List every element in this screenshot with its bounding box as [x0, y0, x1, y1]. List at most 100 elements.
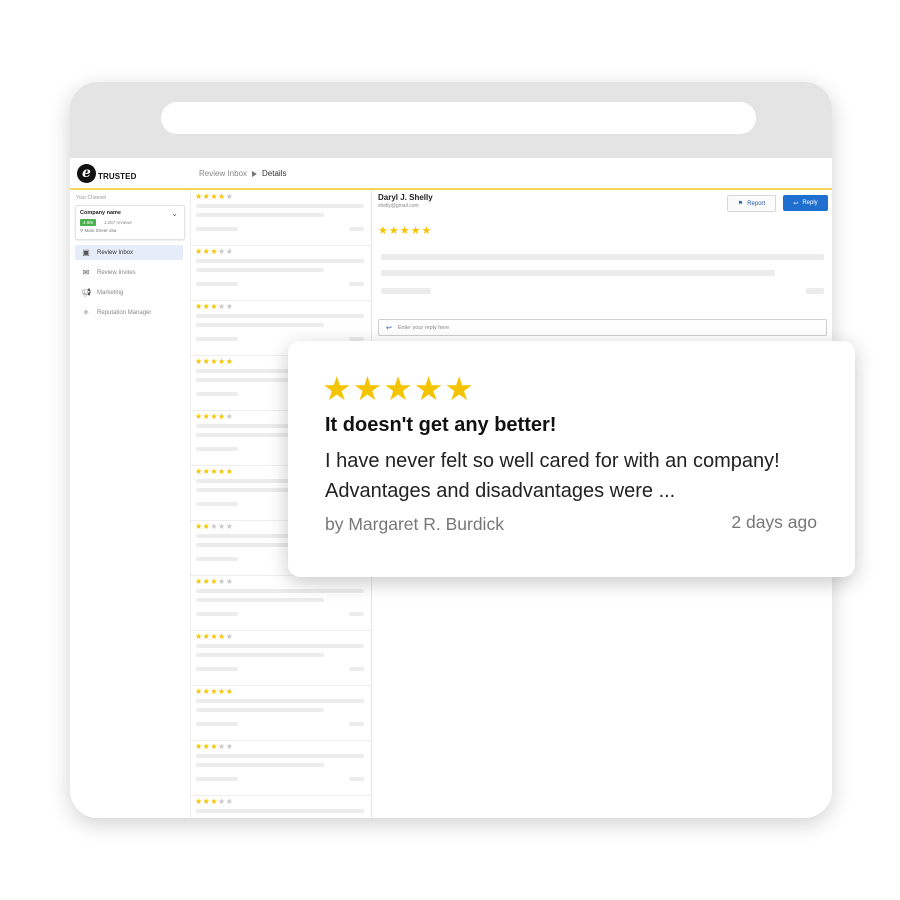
review-list-item[interactable]: ★★★★★	[191, 190, 371, 246]
star-filled-icon: ★	[210, 742, 219, 751]
star-filled-icon: ★	[210, 577, 219, 586]
star-empty-icon: ★	[218, 577, 226, 586]
star-filled-icon: ★	[210, 302, 219, 311]
star-empty-icon: ★	[225, 522, 234, 531]
star-filled-icon: ★	[210, 247, 219, 256]
star-filled-icon: ★	[383, 370, 414, 407]
review-list-item[interactable]: ★★★★★	[191, 575, 371, 631]
rating-stars: ★★★★★	[195, 742, 233, 751]
text-placeholder	[196, 323, 324, 327]
star-filled-icon: ★	[399, 225, 411, 237]
star-filled-icon: ★	[413, 370, 445, 407]
reply-input-placeholder: Enter your reply here	[397, 324, 450, 331]
text-placeholder	[196, 314, 364, 318]
sidebar: Your Channel Company name ⌄ 4.8/5 1.257 …	[70, 190, 191, 818]
star-empty-icon: ★	[225, 742, 234, 751]
breadcrumb-review-inbox[interactable]: Review Inbox	[199, 169, 247, 178]
star-empty-icon: ★	[225, 247, 234, 256]
sidebar-item-label: Marketing	[97, 289, 124, 296]
review-text-placeholder	[381, 270, 775, 276]
text-placeholder	[349, 227, 364, 231]
text-placeholder	[196, 653, 324, 657]
star-filled-icon: ★	[210, 412, 219, 421]
featured-review-card[interactable]: ★★★★★ It doesn't get any better! I have …	[288, 341, 855, 577]
text-placeholder	[196, 598, 324, 602]
logo-e-icon: e	[77, 164, 96, 183]
star-filled-icon: ★	[195, 797, 203, 806]
text-placeholder	[196, 282, 238, 286]
text-placeholder	[196, 268, 324, 272]
inbox-icon: ▣	[82, 247, 90, 257]
review-list-item[interactable]: ★★★★★	[191, 795, 371, 818]
star-filled-icon: ★	[218, 687, 226, 696]
sidebar-item-label: Review Inbox	[97, 249, 134, 256]
rating-stars: ★★★★★	[195, 192, 233, 201]
text-placeholder	[349, 612, 364, 616]
rating-stars: ★★★★★	[195, 522, 233, 531]
star-filled-icon: ★	[195, 412, 203, 421]
star-filled-icon: ★	[210, 687, 219, 696]
flag-icon: ⚑	[737, 201, 744, 207]
sidebar-item-review-invites[interactable]: ✉ Review Invites	[75, 265, 183, 280]
review-list-item[interactable]: ★★★★★	[191, 630, 371, 686]
star-filled-icon: ★	[410, 225, 422, 237]
star-filled-icon: ★	[225, 357, 234, 366]
star-filled-icon: ★	[444, 370, 475, 407]
report-button[interactable]: ⚑ Report	[727, 195, 776, 212]
star-filled-icon: ★	[218, 192, 226, 201]
review-text-placeholder	[381, 254, 824, 260]
star-empty-icon: ★	[218, 522, 226, 531]
chevron-down-icon: ⌄	[171, 209, 178, 218]
channel-address: ⚲ Main Street 15a	[80, 228, 117, 233]
breadcrumb: Review Inbox Details	[199, 169, 286, 178]
star-filled-icon: ★	[210, 357, 219, 366]
star-filled-icon: ★	[195, 302, 203, 311]
star-filled-icon: ★	[195, 192, 203, 201]
star-filled-icon: ★	[195, 577, 203, 586]
top-bar: e TRUSTED Review Inbox Details	[70, 158, 832, 190]
text-placeholder	[196, 502, 238, 506]
star-filled-icon: ★	[210, 192, 219, 201]
breadcrumb-arrow-icon	[252, 170, 258, 177]
text-placeholder	[196, 227, 238, 231]
star-filled-icon: ★	[195, 247, 203, 256]
text-placeholder	[349, 722, 364, 726]
star-empty-icon: ★	[225, 192, 234, 201]
text-placeholder	[196, 213, 324, 217]
text-placeholder	[349, 667, 364, 671]
star-empty-icon: ★	[225, 412, 234, 421]
invite-icon: ✉	[82, 267, 90, 277]
star-filled-icon: ★	[218, 467, 226, 476]
rating-stars: ★★★★★	[195, 302, 233, 311]
rating-stars: ★★★★★	[195, 467, 233, 476]
star-filled-icon: ★	[195, 467, 203, 476]
channel-selector[interactable]: Company name ⌄ 4.8/5 1.257 reviews ⚲ Mai…	[75, 205, 185, 240]
logo[interactable]: e TRUSTED	[77, 164, 136, 183]
channel-name: Company name	[80, 210, 121, 216]
review-list-item[interactable]: ★★★★★	[191, 245, 371, 301]
sidebar-item-marketing[interactable]: 📢︎ Marketing	[75, 285, 183, 300]
report-label: Report	[747, 200, 766, 207]
reply-button[interactable]: ↩ Reply	[783, 195, 828, 211]
channel-label: Your Channel	[76, 195, 107, 201]
featured-rating-stars: ★★★★★	[322, 369, 475, 409]
star-filled-icon: ★	[210, 632, 219, 641]
text-placeholder	[349, 777, 364, 781]
reply-input[interactable]: ↩ Enter your reply here	[378, 319, 827, 336]
star-empty-icon: ★	[218, 247, 226, 256]
sparkle-icon: ✧	[82, 307, 90, 317]
review-list-item[interactable]: ★★★★★	[191, 685, 371, 741]
star-empty-icon: ★	[225, 797, 234, 806]
rating-stars: ★★★★★	[195, 632, 233, 641]
reply-arrow-icon: ↩	[386, 324, 392, 332]
star-filled-icon: ★	[378, 225, 389, 237]
text-placeholder	[196, 337, 238, 341]
reviewer-name: Daryl J. Shelly	[378, 193, 433, 202]
sidebar-item-review-inbox[interactable]: ▣ Review Inbox	[75, 245, 183, 260]
featured-review-author: by Margaret R. Burdick	[325, 514, 504, 534]
star-filled-icon: ★	[210, 797, 219, 806]
reply-arrow-icon: ↩	[793, 200, 799, 207]
address-bar[interactable]	[161, 102, 756, 134]
sidebar-item-reputation-manager[interactable]: ✧ Reputation Manager	[75, 305, 183, 320]
review-list-item[interactable]: ★★★★★	[191, 740, 371, 796]
